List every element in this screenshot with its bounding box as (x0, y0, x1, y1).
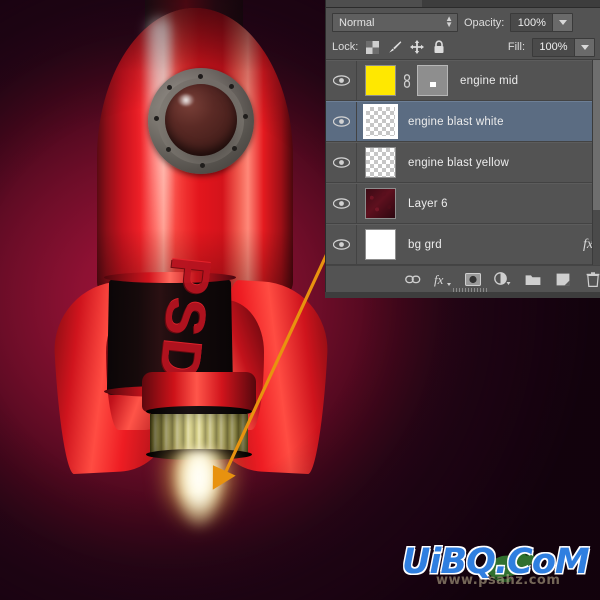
layers-scrollbar[interactable] (592, 60, 600, 265)
lock-transparency-icon[interactable] (365, 40, 380, 55)
opacity-label: Opacity: (464, 17, 504, 29)
panel-tab-nub[interactable] (326, 0, 422, 7)
lock-image-brush-icon[interactable] (387, 40, 402, 55)
link-icon[interactable] (401, 74, 412, 88)
layer-name[interactable]: bg grd (396, 239, 575, 251)
lock-label: Lock: (332, 41, 358, 53)
fill-value[interactable]: 100% (533, 39, 574, 56)
layer-row-engine-mid[interactable]: engine mid (326, 60, 600, 101)
new-layer-button[interactable] (554, 271, 571, 288)
panel-tab-strip[interactable] (326, 0, 600, 8)
layer-thumbnails[interactable] (357, 65, 448, 96)
eye-icon[interactable] (326, 225, 357, 264)
watermark: www.psahz.com UiBQ.CoM (402, 534, 594, 590)
eye-icon[interactable] (326, 102, 357, 141)
lock-row: Lock: (326, 35, 600, 60)
layer-thumbnails[interactable] (357, 229, 396, 260)
watermark-text: UiBQ.CoM (402, 542, 594, 582)
delete-layer-button[interactable] (584, 271, 600, 288)
layer-thumbnail[interactable] (365, 106, 396, 137)
blend-mode-row: Normal ▲▼ Opacity: 100% (326, 8, 600, 35)
layer-name[interactable]: engine blast yellow (396, 157, 600, 169)
layer-thumbnail[interactable] (365, 188, 396, 219)
blend-mode-value: Normal (339, 17, 374, 29)
new-group-button[interactable] (524, 271, 541, 288)
fill-control[interactable]: 100% (532, 38, 595, 57)
stepper-icon[interactable]: ▲▼ (445, 16, 453, 28)
lock-position-move-icon[interactable] (409, 40, 424, 55)
layer-mask-thumbnail[interactable] (417, 65, 448, 96)
opacity-value[interactable]: 100% (511, 14, 552, 31)
layer-name[interactable]: engine blast white (396, 116, 600, 128)
svg-text:fx: fx (434, 272, 444, 287)
eye-icon[interactable] (326, 143, 357, 182)
opacity-chevron-down-icon[interactable] (552, 14, 572, 31)
opacity-control[interactable]: 100% (510, 13, 573, 32)
fill-label: Fill: (508, 41, 525, 53)
layer-row-layer-6[interactable]: Layer 6 (326, 183, 600, 224)
layer-name[interactable]: engine mid (448, 75, 600, 87)
layer-thumbnails[interactable] (357, 147, 396, 178)
layer-list[interactable]: engine mid engine blast white (326, 60, 600, 265)
eye-icon[interactable] (326, 61, 357, 100)
layers-panel-footer: fx (326, 265, 600, 292)
layers-panel[interactable]: Normal ▲▼ Opacity: 100% Lock: (325, 0, 600, 292)
blend-mode-select[interactable]: Normal ▲▼ (332, 13, 458, 32)
layer-thumbnail[interactable] (365, 229, 396, 260)
layer-thumbnails[interactable] (357, 106, 396, 137)
adjustment-layer-button[interactable] (494, 271, 511, 288)
layer-row-engine-blast-yellow[interactable]: engine blast yellow (326, 142, 600, 183)
layer-row-engine-blast-white[interactable]: engine blast white (326, 101, 600, 142)
layer-row-bg-grd[interactable]: bg grd fx (326, 224, 600, 265)
layer-thumbnail[interactable] (365, 65, 396, 96)
layer-mask-button[interactable] (464, 271, 481, 288)
layer-thumbnail[interactable] (365, 147, 396, 178)
layer-style-button[interactable]: fx (434, 271, 451, 288)
layers-scrollbar-thumb[interactable] (593, 60, 600, 210)
layer-name[interactable]: Layer 6 (396, 198, 600, 210)
panel-bottom-edge (325, 292, 600, 298)
link-layers-button[interactable] (404, 271, 421, 288)
layer-thumbnails[interactable] (357, 188, 396, 219)
lock-all-padlock-icon[interactable] (431, 40, 446, 55)
eye-icon[interactable] (326, 184, 357, 223)
fill-chevron-down-icon[interactable] (574, 39, 594, 56)
